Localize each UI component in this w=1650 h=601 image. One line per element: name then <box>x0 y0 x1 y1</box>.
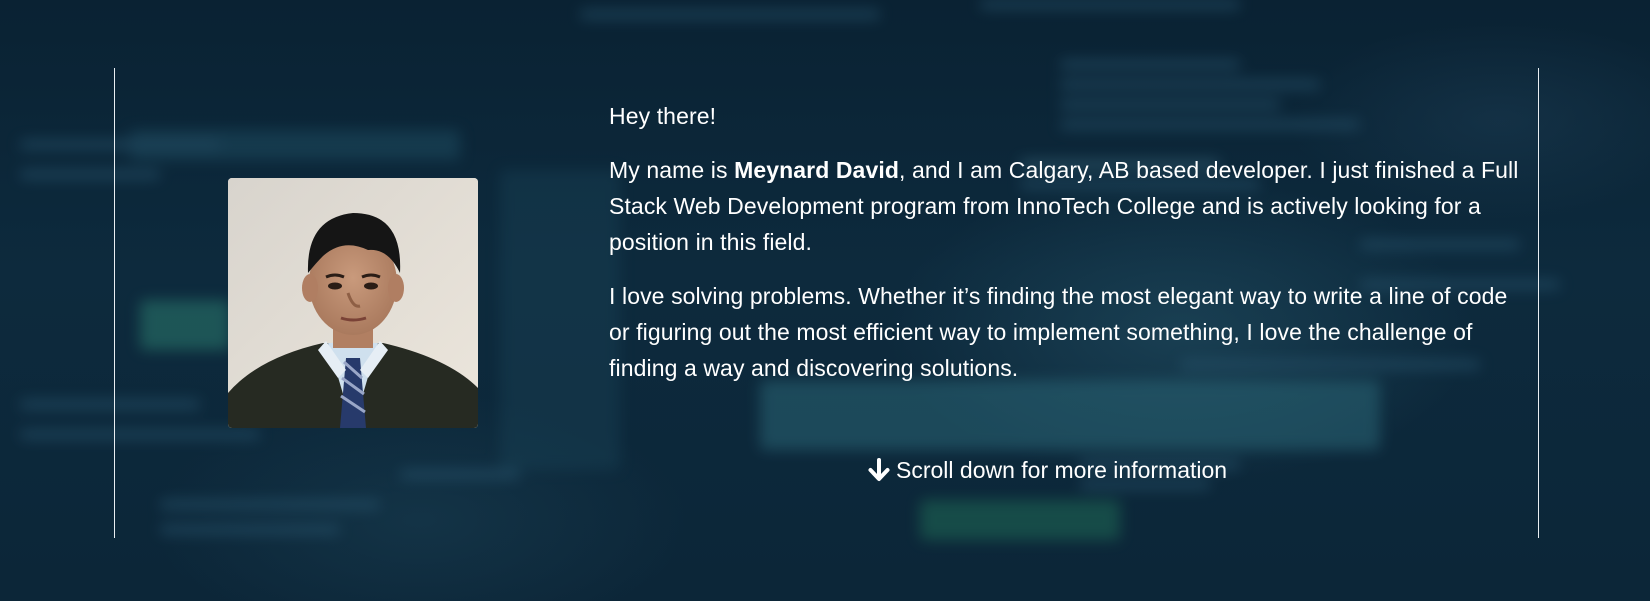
intro-prefix: My name is <box>609 157 735 183</box>
scroll-hint-text: Scroll down for more information <box>896 457 1228 483</box>
problem-solving-paragraph: I love solving problems. Whether it’s fi… <box>609 283 1508 381</box>
developer-name: Meynard David <box>734 157 899 183</box>
profile-photo-illustration <box>228 178 478 428</box>
scroll-down-link[interactable]: Scroll down for more information <box>868 455 1227 485</box>
frame-divider-right <box>1538 68 1539 538</box>
about-content: Hey there! My name is Meynard David, and… <box>609 98 1524 404</box>
intro-paragraph: My name is Meynard David, and I am Calga… <box>609 152 1524 260</box>
greeting-text: Hey there! <box>609 103 717 129</box>
frame-divider-left <box>114 68 115 538</box>
profile-photo <box>228 178 478 428</box>
arrow-down-icon <box>868 458 890 482</box>
